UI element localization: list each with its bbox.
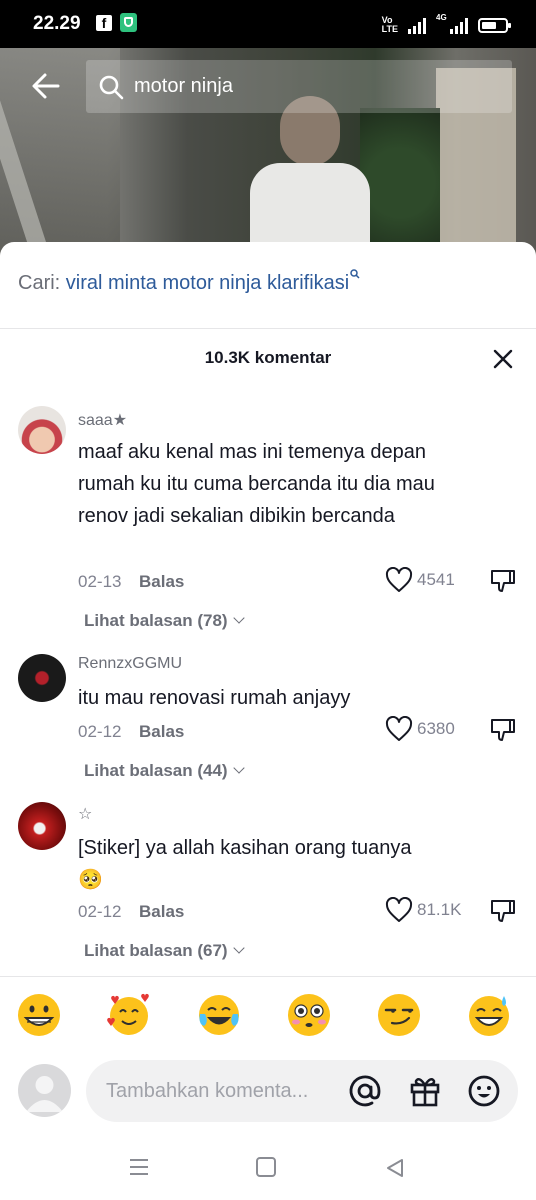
status-icons: Vo LTE 4G (382, 12, 511, 34)
home-square-icon[interactable] (256, 1157, 276, 1177)
view-replies-label: Lihat balasan (78) (84, 611, 228, 630)
chevron-down-icon (232, 762, 245, 774)
smirking-face-emoji[interactable] (376, 992, 422, 1038)
avatar[interactable] (18, 406, 66, 454)
network-label: 4G (436, 13, 447, 22)
comment-username[interactable]: saaa★ (78, 410, 127, 430)
thumbs-down-icon (491, 570, 515, 592)
divider (0, 328, 536, 329)
4g-signal-icon: 4G (436, 13, 468, 34)
status-time: 22.29 (33, 13, 81, 34)
comment-username[interactable]: ☆ (78, 804, 92, 824)
like-button[interactable] (385, 715, 413, 742)
reply-button[interactable]: Balas (139, 722, 184, 742)
dislike-button[interactable] (490, 898, 516, 924)
comment-date: 02-12 (78, 722, 122, 741)
flushed-face-emoji[interactable] (286, 992, 332, 1038)
chevron-down-icon (232, 612, 245, 624)
related-search-query: viral minta motor ninja klarifikasi (65, 272, 350, 294)
view-replies-button[interactable]: Lihat balasan (78) (84, 611, 245, 631)
search-icon (99, 75, 124, 100)
view-replies-button[interactable]: Lihat balasan (44) (84, 761, 245, 781)
comments-count-header: 10.3K komentar (204, 348, 332, 367)
shield-icon (120, 13, 137, 32)
comment-input-box (86, 1060, 518, 1122)
avatar[interactable] (18, 802, 66, 850)
like-count: 4541 (417, 570, 455, 589)
dislike-button[interactable] (490, 717, 516, 743)
small-search-icon (350, 269, 360, 279)
volte-icon: Vo LTE (382, 16, 398, 34)
mention-button[interactable] (348, 1074, 382, 1108)
my-avatar[interactable] (18, 1064, 71, 1117)
like-button[interactable] (385, 566, 413, 593)
like-button[interactable] (385, 896, 413, 923)
view-replies-label: Lihat balasan (67) (84, 941, 228, 960)
close-icon (493, 349, 513, 369)
at-icon (349, 1075, 381, 1107)
like-count: 6380 (417, 719, 455, 738)
status-bar: 22.29 f Vo LTE 4G (0, 0, 536, 48)
menu-icon[interactable] (128, 1157, 150, 1177)
smiling-face-with-hearts-emoji[interactable] (106, 992, 152, 1038)
quick-emoji-row (0, 992, 536, 1042)
comment-text-body: [Stiker] ya allah kasihan orang tuanya (78, 837, 412, 859)
facebook-icon: f (96, 15, 112, 31)
comment-input[interactable] (106, 1078, 336, 1104)
reply-button[interactable]: Balas (139, 902, 184, 922)
heart-icon (385, 896, 413, 922)
comment-date: 02-12 (78, 902, 122, 921)
volte-bottom-label: LTE (381, 24, 398, 34)
chevron-down-icon (232, 942, 245, 954)
emoji-icon (468, 1075, 500, 1107)
gift-button[interactable] (408, 1074, 442, 1108)
back-triangle-icon[interactable] (384, 1157, 406, 1179)
arrow-left-icon (32, 73, 60, 99)
comment-username[interactable]: RennzxGGMU (78, 655, 182, 673)
reply-button[interactable]: Balas (139, 572, 184, 592)
like-count: 81.1K (417, 900, 462, 919)
grinning-face-emoji[interactable] (16, 992, 62, 1038)
thumbs-down-icon (491, 719, 515, 741)
back-button[interactable] (30, 70, 62, 102)
view-replies-button[interactable]: Lihat balasan (67) (84, 941, 245, 961)
default-avatar-icon (26, 1076, 63, 1112)
comments-sheet: Cari: viral minta motor ninja klarifikas… (0, 242, 536, 1200)
dislike-button[interactable] (490, 568, 516, 594)
comment-text: itu mau renovasi rumah anjayy (78, 687, 351, 709)
view-replies-label: Lihat balasan (44) (84, 761, 228, 780)
gift-icon (410, 1078, 440, 1107)
tears-of-joy-emoji[interactable] (196, 992, 242, 1038)
sweat-smile-emoji[interactable] (466, 992, 512, 1038)
search-input[interactable]: motor ninja (86, 60, 512, 113)
emoji-button[interactable] (467, 1074, 501, 1108)
comment-text: [Stiker] ya allah kasihan orang tuanya 🥺 (78, 832, 478, 896)
battery-icon (478, 18, 511, 33)
comment-date: 02-13 (78, 572, 122, 591)
search-query-text: motor ninja (134, 75, 233, 97)
system-nav-bar (0, 1140, 536, 1200)
signal-icon (408, 18, 426, 34)
heart-icon (385, 715, 413, 741)
related-search-link[interactable]: Cari: viral minta motor ninja klarifikas… (18, 269, 360, 295)
comment-text: maaf aku kenal mas ini temenya depan rum… (78, 441, 435, 527)
thumbs-down-icon (491, 900, 515, 922)
pleading-face-emoji: 🥺 (78, 869, 103, 891)
heart-icon (385, 566, 413, 592)
related-search-prefix: Cari: (18, 272, 66, 294)
avatar[interactable] (18, 654, 66, 702)
divider (0, 976, 536, 977)
close-button[interactable] (492, 348, 514, 370)
